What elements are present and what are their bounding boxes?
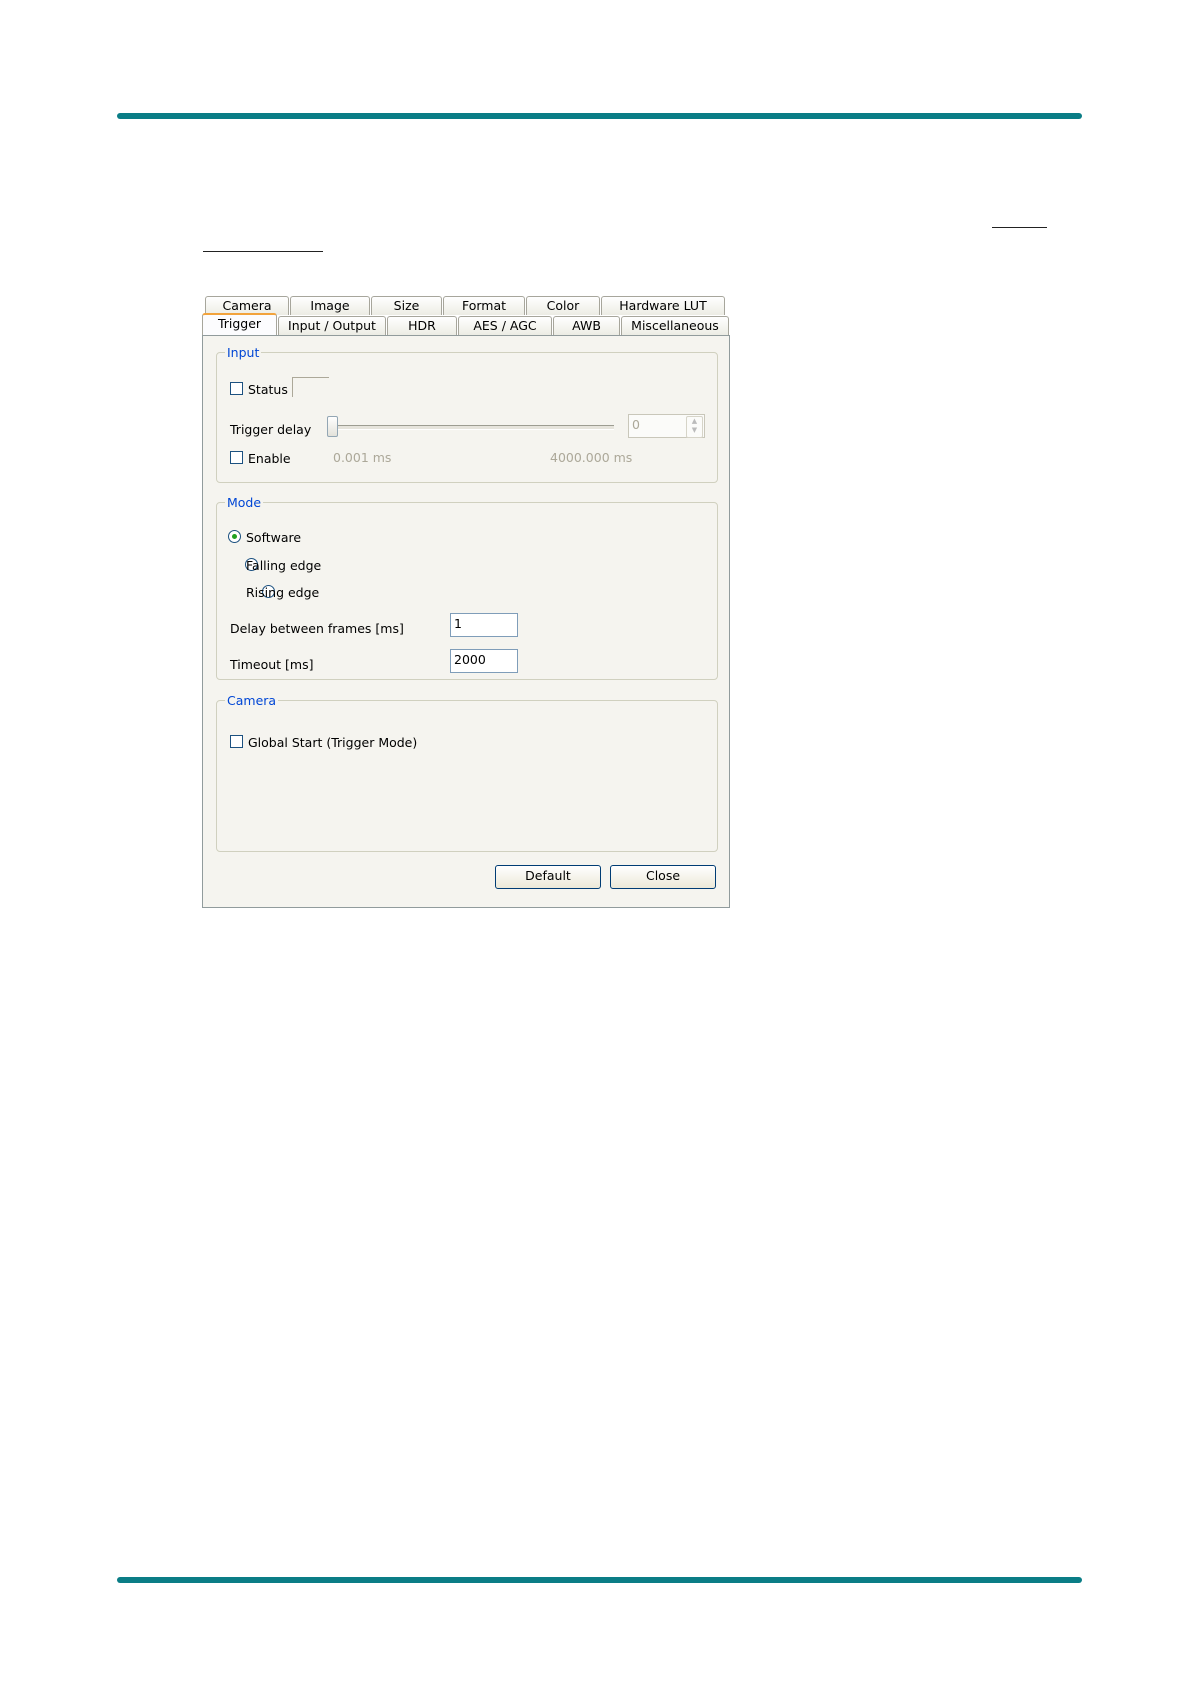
tab-hardware-lut[interactable]: Hardware LUT (601, 296, 725, 315)
mode-software-radio[interactable] (228, 530, 241, 543)
trigger-delay-value: 0 (632, 417, 640, 432)
mode-group-title: Mode (227, 495, 262, 510)
mode-software-label: Software (246, 530, 302, 545)
delay-between-frames-label: Delay between frames [ms] (230, 621, 404, 636)
camera-group-title: Camera (227, 693, 277, 708)
mode-rising-edge-label: Rising edge (246, 585, 320, 600)
tab-aes-agc[interactable]: AES / AGC (458, 316, 552, 335)
tab-miscellaneous[interactable]: Miscellaneous (621, 316, 729, 335)
link-underline-2 (203, 251, 323, 252)
slider-min-label: 0.001 ms (333, 450, 392, 465)
enable-checkbox[interactable] (230, 451, 243, 464)
trigger-delay-slider-track[interactable] (327, 425, 614, 430)
bottom-rule (117, 1577, 1082, 1583)
status-checkbox[interactable] (230, 382, 243, 395)
global-start-checkbox[interactable] (230, 735, 243, 748)
timeout-label: Timeout [ms] (230, 657, 314, 672)
delay-between-frames-input[interactable]: 1 (450, 613, 518, 637)
tab-awb[interactable]: AWB (553, 316, 620, 335)
enable-label: Enable (248, 451, 291, 466)
tab-panel-trigger: Input Status Trigger delay 0 ▲ ▼ Enable 0… (202, 335, 730, 908)
slider-max-label: 4000.000 ms (550, 450, 633, 465)
tab-format[interactable]: Format (443, 296, 525, 315)
trigger-delay-spinbox[interactable]: 0 ▲ ▼ (628, 414, 705, 438)
tab-input-output[interactable]: Input / Output (278, 316, 386, 335)
tab-trigger[interactable]: Trigger (202, 313, 277, 335)
tab-color[interactable]: Color (526, 296, 600, 315)
top-rule (117, 113, 1082, 119)
spin-up-down-icon[interactable]: ▲ ▼ (686, 416, 703, 438)
camera-group: Camera (216, 693, 718, 852)
tab-hdr[interactable]: HDR (387, 316, 457, 335)
tab-size[interactable]: Size (371, 296, 442, 315)
trigger-settings-dialog: Camera Image Size Format Color Hardware … (202, 292, 730, 908)
trigger-delay-slider-thumb[interactable] (327, 416, 338, 437)
default-button[interactable]: Default (495, 865, 601, 889)
status-indicator (292, 377, 329, 397)
input-group-title: Input (227, 345, 260, 360)
close-button[interactable]: Close (610, 865, 716, 889)
trigger-delay-label: Trigger delay (230, 422, 312, 437)
tab-image[interactable]: Image (290, 296, 370, 315)
link-underline-1 (992, 227, 1047, 228)
global-start-label: Global Start (Trigger Mode) (248, 735, 418, 750)
timeout-input[interactable]: 2000 (450, 649, 518, 673)
status-label: Status (248, 382, 288, 397)
tab-strip: Camera Image Size Format Color Hardware … (202, 292, 730, 336)
mode-falling-edge-label: Falling edge (246, 558, 322, 573)
